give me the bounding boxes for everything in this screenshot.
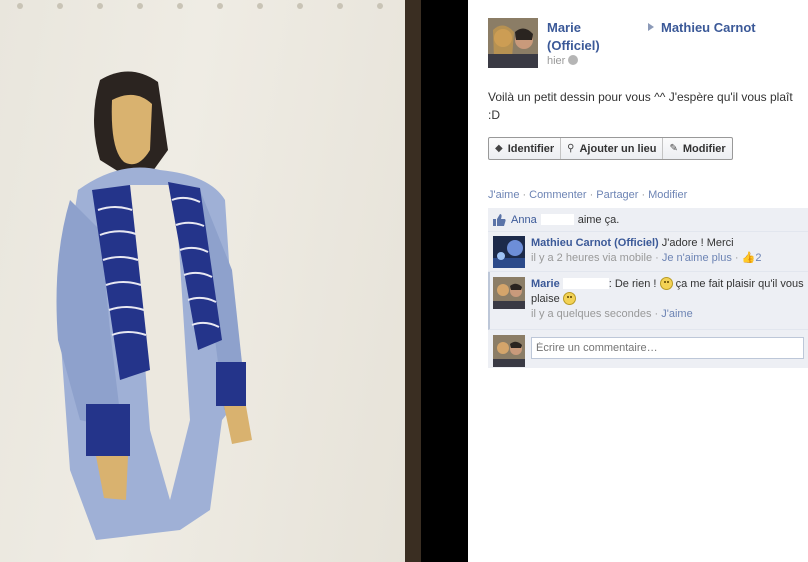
target-name[interactable]: Mathieu Carnot	[661, 19, 756, 37]
unlike-link[interactable]: Je n'aime plus	[662, 252, 732, 264]
author-name[interactable]: Marie (Officiel)	[547, 19, 637, 55]
separator: ·	[641, 189, 646, 201]
comment-body: Mathieu Carnot (Officiel) J'adore ! Merc…	[531, 236, 804, 266]
tag-label: Identifier	[507, 142, 555, 155]
comment-composer	[488, 330, 808, 368]
drawing-photo[interactable]	[0, 0, 421, 562]
edit-link[interactable]: Modifier	[648, 189, 687, 201]
feedback-box: Anna aime ça. Mathieu Carnot (Officiel) J…	[488, 208, 808, 368]
author-avatar[interactable]	[488, 18, 538, 68]
like-comment-link[interactable]: J'aime	[661, 308, 692, 320]
comment-text: J'adore ! Merci	[661, 237, 734, 249]
share-link[interactable]: Partager	[596, 189, 638, 201]
comment-item: Mathieu Carnot (Officiel) J'adore ! Merc…	[488, 232, 808, 272]
post-sidebar: Marie (Officiel) Mathieu Carnot hier Voi…	[468, 0, 808, 562]
tag-icon: ◆	[495, 143, 503, 154]
photo-viewer: Marie (Officiel) Mathieu Carnot hier Voi…	[0, 0, 808, 562]
smiley-icon	[659, 277, 673, 290]
comment-input[interactable]	[531, 337, 804, 359]
thumbs-up-icon[interactable]: 👍	[742, 252, 756, 264]
edit-button[interactable]: ✎ Modifier	[663, 138, 731, 159]
likes-row: Anna aime ça.	[488, 208, 808, 232]
photo-pane	[0, 0, 468, 562]
comment-body: Marie: De rien ! ça me fait plaisir qu'i…	[531, 277, 804, 322]
likes-suffix: aime ça.	[577, 213, 620, 226]
redacted-text	[562, 278, 609, 289]
separator: ·	[589, 189, 594, 201]
post-timestamp: hier	[547, 55, 579, 67]
globe-icon[interactable]	[568, 55, 579, 65]
smiley-icon	[562, 292, 576, 305]
post-actions: J'aime · Commenter · Partager · Modifier	[488, 189, 687, 201]
right-arrow-icon	[648, 23, 654, 31]
redacted-text	[540, 214, 574, 225]
comment-item: Marie: De rien ! ça me fait plaisir qu'i…	[488, 272, 808, 330]
comment-time[interactable]: il y a 2 heures via mobile	[531, 252, 652, 264]
location-label: Ajouter un lieu	[579, 142, 657, 155]
post-time[interactable]: hier	[547, 55, 565, 67]
edit-label: Modifier	[682, 142, 726, 155]
commenter-avatar[interactable]	[493, 277, 525, 309]
viewer-avatar	[493, 335, 525, 367]
liker-name[interactable]: Anna	[511, 214, 537, 226]
like-link[interactable]: J'aime	[488, 189, 519, 201]
photo-actions: ◆ Identifier ⚲ Ajouter un lieu ✎ Modifie…	[488, 137, 733, 160]
post-caption: Voilà un petit dessin pour vous ^^ J'esp…	[488, 90, 793, 122]
comment-text: : De rien !	[608, 278, 657, 290]
commenter-avatar[interactable]	[493, 236, 525, 268]
comment-like-count[interactable]: 2	[755, 252, 761, 264]
drawing-image	[17, 0, 421, 562]
separator: ·	[522, 189, 527, 201]
comment-meta: il y a 2 heures via mobile · Je n'aime p…	[531, 252, 762, 264]
tag-button[interactable]: ◆ Identifier	[489, 138, 562, 159]
comment-author[interactable]: Marie	[531, 278, 560, 290]
pencil-icon: ✎	[669, 143, 678, 154]
comment-meta: il y a quelques secondes · J'aime	[531, 308, 693, 320]
comment-author[interactable]: Mathieu Carnot (Officiel)	[531, 237, 659, 249]
comment-time[interactable]: il y a quelques secondes	[531, 308, 651, 320]
comment-link[interactable]: Commenter	[529, 189, 586, 201]
location-pin-icon: ⚲	[567, 143, 575, 154]
thumbs-up-icon	[493, 213, 506, 226]
add-location-button[interactable]: ⚲ Ajouter un lieu	[561, 138, 664, 159]
